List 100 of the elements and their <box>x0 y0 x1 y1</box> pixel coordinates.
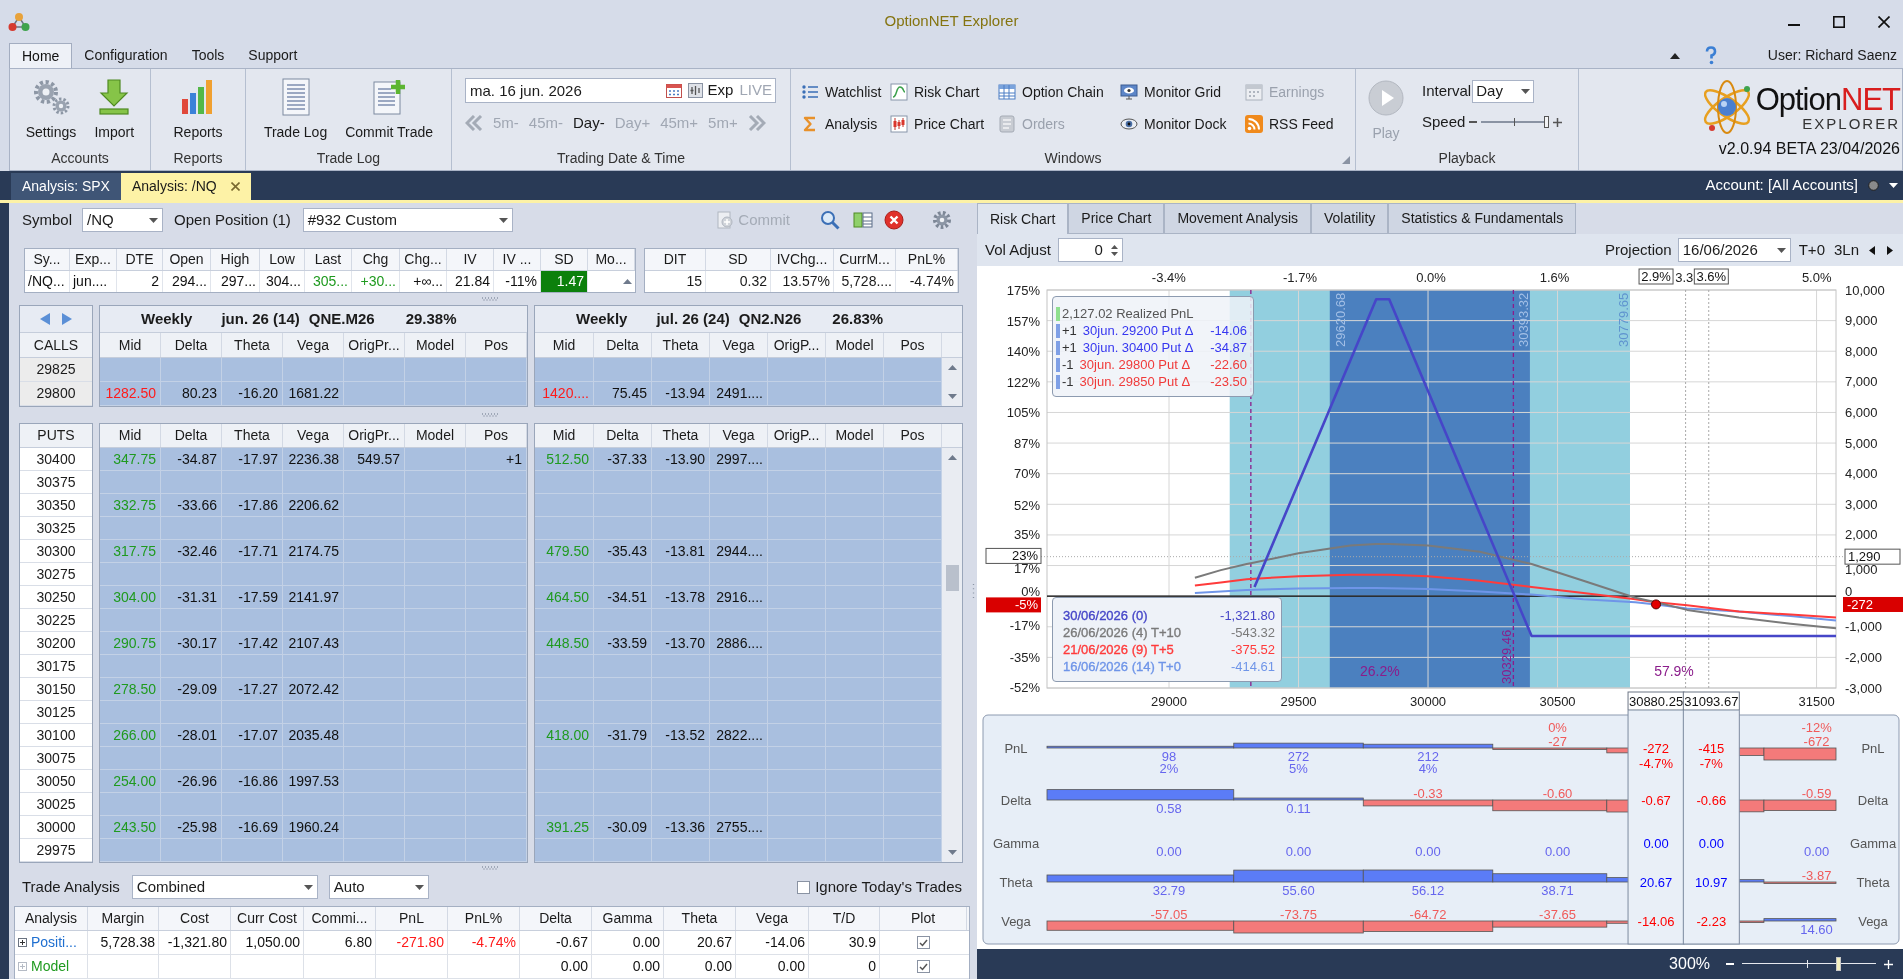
scrollbar-thumb[interactable] <box>945 565 959 591</box>
axis-label: -1.7% <box>1283 270 1317 285</box>
column-header: Vega <box>710 424 768 447</box>
spin-down-icon[interactable] <box>1110 251 1118 256</box>
columns-button[interactable] <box>853 211 873 229</box>
table-cell: -0.67 <box>520 931 592 954</box>
collapse-ribbon-button[interactable] <box>1669 52 1680 59</box>
plot-checkbox[interactable] <box>917 936 930 949</box>
search-button[interactable] <box>820 210 840 230</box>
tab-close-icon[interactable] <box>230 182 240 191</box>
column-header: OrigPr... <box>344 333 405 357</box>
check-icon <box>919 962 928 971</box>
table-cell: 6.80 <box>304 931 376 954</box>
table-cell: -34.87 <box>161 448 222 470</box>
series-name: 21/06/2026 (9) T+5 <box>1063 641 1174 658</box>
plus-icon[interactable] <box>1553 117 1563 127</box>
gears-icon <box>31 77 71 117</box>
chart-tab[interactable]: Statistics & Fundamentals <box>1388 203 1577 234</box>
column-header: Commi... <box>304 907 376 930</box>
axis-label: 52% <box>1013 497 1040 513</box>
ribbon-tab[interactable]: Home <box>9 43 73 68</box>
column-header: Mo... <box>588 249 635 270</box>
ribbon-button[interactable]: Commit Trade <box>340 77 439 147</box>
column-header: Model <box>405 333 466 357</box>
window-menu-item[interactable]: Risk Chart <box>890 80 998 104</box>
document-tab[interactable]: Analysis: SPX <box>11 173 121 200</box>
close-position-button[interactable] <box>884 210 904 230</box>
window-menu-item[interactable]: Price Chart <box>890 112 998 136</box>
chart-tab[interactable]: Price Chart <box>1068 203 1165 234</box>
step-button[interactable]: Day- <box>573 112 605 135</box>
table-cell: -17.97 <box>222 448 283 470</box>
table-cell: -17.86 <box>222 494 283 516</box>
settings-button[interactable] <box>932 210 952 230</box>
checkbox[interactable] <box>797 880 811 894</box>
zoom-slider[interactable] <box>1742 957 1876 971</box>
columns-icon <box>853 211 873 229</box>
window-menu-item[interactable]: Monitor Grid <box>1120 80 1245 104</box>
analysis-mode-dropdown[interactable]: Combined <box>131 875 318 899</box>
table-cell: -16.69 <box>222 816 283 838</box>
table-cell: 418.00 <box>535 724 594 746</box>
table-cell: -14.06 <box>736 931 809 954</box>
greek-percent: 2% <box>1159 761 1179 776</box>
minus-icon[interactable] <box>1469 121 1478 124</box>
window-menu-item[interactable]: Watchlist <box>801 80 890 104</box>
line-count[interactable]: 3Ln <box>1833 238 1859 262</box>
table-cell: -17.59 <box>222 586 283 608</box>
vol-adjust-spinner[interactable]: 0 <box>1057 238 1123 262</box>
table-cell: 347.75 <box>100 448 161 470</box>
ribbon-button[interactable]: Reports <box>168 77 228 147</box>
help-button[interactable] <box>1703 46 1718 65</box>
speed-slider[interactable] <box>1481 115 1550 130</box>
leg-label: 30jun. 29850 Put Δ <box>1079 373 1191 390</box>
greek-label: PnL <box>1861 741 1885 756</box>
greek-label: PnL <box>1004 741 1028 756</box>
axis-label: 17% <box>1013 561 1040 577</box>
range-dropdown[interactable]: Auto <box>328 875 429 899</box>
scroll-down-icon[interactable] <box>947 394 957 399</box>
chart-tab[interactable]: Volatility <box>1311 203 1389 234</box>
projection-offset[interactable]: T+0 <box>1798 238 1825 262</box>
column-header: Chg <box>352 249 400 270</box>
expand-icon[interactable] <box>18 938 27 947</box>
chart-tab[interactable]: Risk Chart <box>977 203 1069 234</box>
greek-value: -27 <box>1548 734 1567 749</box>
ribbon-button[interactable]: Settings <box>20 77 82 147</box>
interval-dropdown[interactable]: Day <box>1472 80 1535 103</box>
ribbon-tab[interactable]: Support <box>236 43 310 68</box>
greek-value: 38.71 <box>1541 883 1574 898</box>
ribbon-button[interactable]: Trade Log <box>258 77 333 147</box>
position-dropdown[interactable]: #932 Custom <box>302 208 513 232</box>
account-menu-button[interactable] <box>1889 183 1898 188</box>
ribbon-tab[interactable]: Configuration <box>72 43 180 68</box>
previous-button[interactable] <box>1869 245 1875 255</box>
plot-checkbox[interactable] <box>917 960 930 973</box>
table-cell: -17.27 <box>222 678 283 700</box>
window-menu-item[interactable]: Option Chain <box>998 80 1120 104</box>
spin-up-icon[interactable] <box>1110 244 1118 249</box>
scroll-up-icon[interactable] <box>947 455 957 460</box>
scroll-up-icon[interactable] <box>623 279 632 284</box>
table-cell: 80.23 <box>161 382 222 405</box>
ribbon-button[interactable]: Import <box>89 77 140 147</box>
document-tab[interactable]: Analysis: /NQ <box>120 173 251 200</box>
ribbon-tab[interactable]: Tools <box>179 43 237 68</box>
legend-swatch-icon <box>1056 374 1060 389</box>
window-menu-item[interactable]: RSS Feed <box>1245 112 1345 136</box>
column-header: Mid <box>535 424 594 447</box>
window-menu-item[interactable]: Monitor Dock <box>1120 112 1245 136</box>
projection-date-dropdown[interactable]: 16/06/2026 <box>1677 238 1791 262</box>
symbol-dropdown[interactable]: /NQ <box>82 208 164 232</box>
slider-thumb[interactable] <box>1543 116 1549 129</box>
scroll-up-icon[interactable] <box>947 365 957 370</box>
window-menu-item[interactable]: Analysis <box>801 112 890 136</box>
greek-value: -37.65 <box>1539 907 1576 922</box>
table-cell: 1681.22 <box>283 382 344 405</box>
table-cell: -271.80 <box>376 931 448 954</box>
table-cell: 2944.... <box>710 540 768 562</box>
scroll-down-icon[interactable] <box>947 850 957 855</box>
chart-tab[interactable]: Movement Analysis <box>1164 203 1311 234</box>
series-name: 26/06/2026 (4) T+10 <box>1063 624 1181 641</box>
next-button[interactable] <box>1887 245 1893 255</box>
axis-label: 7,000 <box>1845 374 1878 390</box>
